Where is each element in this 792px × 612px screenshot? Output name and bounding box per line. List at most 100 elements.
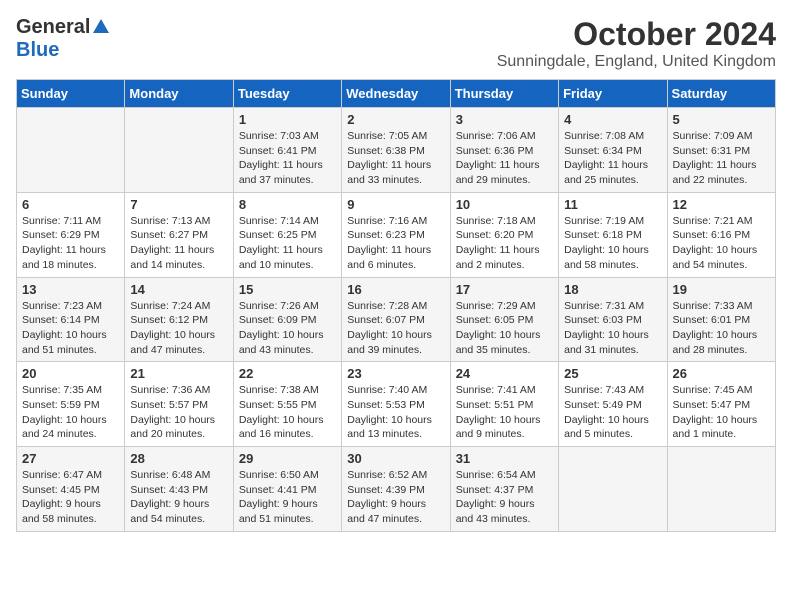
weekday-header: Saturday bbox=[667, 80, 775, 108]
calendar-cell: 17Sunrise: 7:29 AM Sunset: 6:05 PM Dayli… bbox=[450, 277, 558, 362]
day-content: Sunrise: 7:06 AM Sunset: 6:36 PM Dayligh… bbox=[456, 129, 553, 188]
day-content: Sunrise: 7:19 AM Sunset: 6:18 PM Dayligh… bbox=[564, 214, 661, 273]
calendar-cell: 30 Sunrise: 6:52 AM Sunset: 4:39 PM Dayli… bbox=[342, 447, 450, 532]
calendar-week-row: 20 Sunrise: 7:35 AM Sunset: 5:59 PM Dayli… bbox=[17, 362, 776, 447]
calendar-title: October 2024 bbox=[497, 16, 776, 53]
calendar-cell: 8Sunrise: 7:14 AM Sunset: 6:25 PM Daylig… bbox=[233, 192, 341, 277]
day-content: Sunrise: 7:31 AM Sunset: 6:03 PM Dayligh… bbox=[564, 299, 661, 358]
calendar-cell: 25 Sunrise: 7:43 AM Sunset: 5:49 PM Dayli… bbox=[559, 362, 667, 447]
calendar-week-row: 13Sunrise: 7:23 AM Sunset: 6:14 PM Dayli… bbox=[17, 277, 776, 362]
logo-blue: Blue bbox=[16, 39, 59, 61]
day-number: 27 bbox=[22, 451, 119, 466]
day-number: 15 bbox=[239, 282, 336, 297]
day-number: 17 bbox=[456, 282, 553, 297]
calendar-table: SundayMondayTuesdayWednesdayThursdayFrid… bbox=[16, 79, 776, 532]
calendar-header: SundayMondayTuesdayWednesdayThursdayFrid… bbox=[17, 80, 776, 108]
day-content: Sunrise: 6:50 AM Sunset: 4:41 PM Dayligh… bbox=[239, 468, 336, 527]
weekday-header: Friday bbox=[559, 80, 667, 108]
day-number: 22 bbox=[239, 366, 336, 381]
day-content: Sunrise: 7:24 AM Sunset: 6:12 PM Dayligh… bbox=[130, 299, 227, 358]
logo-icon bbox=[92, 17, 110, 35]
calendar-cell: 18Sunrise: 7:31 AM Sunset: 6:03 PM Dayli… bbox=[559, 277, 667, 362]
calendar-cell bbox=[667, 447, 775, 532]
calendar-body: 1 Sunrise: 7:03 AM Sunset: 6:41 PM Daylig… bbox=[17, 108, 776, 532]
calendar-cell: 27 Sunrise: 6:47 AM Sunset: 4:45 PM Dayli… bbox=[17, 447, 125, 532]
day-number: 25 bbox=[564, 366, 661, 381]
day-number: 20 bbox=[22, 366, 119, 381]
day-content: Sunrise: 7:41 AM Sunset: 5:51 PM Dayligh… bbox=[456, 383, 553, 442]
calendar-cell: 29 Sunrise: 6:50 AM Sunset: 4:41 PM Dayli… bbox=[233, 447, 341, 532]
day-number: 29 bbox=[239, 451, 336, 466]
day-content: Sunrise: 7:28 AM Sunset: 6:07 PM Dayligh… bbox=[347, 299, 444, 358]
weekday-header: Thursday bbox=[450, 80, 558, 108]
day-number: 4 bbox=[564, 112, 661, 127]
weekday-header: Wednesday bbox=[342, 80, 450, 108]
calendar-cell: 20 Sunrise: 7:35 AM Sunset: 5:59 PM Dayli… bbox=[17, 362, 125, 447]
day-content: Sunrise: 6:47 AM Sunset: 4:45 PM Dayligh… bbox=[22, 468, 119, 527]
day-number: 7 bbox=[130, 197, 227, 212]
calendar-cell: 21 Sunrise: 7:36 AM Sunset: 5:57 PM Dayli… bbox=[125, 362, 233, 447]
title-area: October 2024 Sunningdale, England, Unite… bbox=[497, 16, 776, 71]
day-number: 1 bbox=[239, 112, 336, 127]
day-content: Sunrise: 7:16 AM Sunset: 6:23 PM Dayligh… bbox=[347, 214, 444, 273]
calendar-cell: 3 Sunrise: 7:06 AM Sunset: 6:36 PM Daylig… bbox=[450, 108, 558, 193]
calendar-cell: 9 Sunrise: 7:16 AM Sunset: 6:23 PM Daylig… bbox=[342, 192, 450, 277]
day-content: Sunrise: 7:11 AM Sunset: 6:29 PM Dayligh… bbox=[22, 214, 119, 273]
day-number: 26 bbox=[673, 366, 770, 381]
logo: General Blue bbox=[16, 16, 110, 62]
calendar-cell: 22 Sunrise: 7:38 AM Sunset: 5:55 PM Dayli… bbox=[233, 362, 341, 447]
day-number: 10 bbox=[456, 197, 553, 212]
calendar-subtitle: Sunningdale, England, United Kingdom bbox=[497, 53, 776, 71]
weekday-header: Monday bbox=[125, 80, 233, 108]
day-content: Sunrise: 7:21 AM Sunset: 6:16 PM Dayligh… bbox=[673, 214, 770, 273]
day-number: 9 bbox=[347, 197, 444, 212]
calendar-cell bbox=[17, 108, 125, 193]
day-content: Sunrise: 7:13 AM Sunset: 6:27 PM Dayligh… bbox=[130, 214, 227, 273]
calendar-cell: 28Sunrise: 6:48 AM Sunset: 4:43 PM Dayli… bbox=[125, 447, 233, 532]
day-content: Sunrise: 7:45 AM Sunset: 5:47 PM Dayligh… bbox=[673, 383, 770, 442]
calendar-cell: 12 Sunrise: 7:21 AM Sunset: 6:16 PM Dayli… bbox=[667, 192, 775, 277]
calendar-cell bbox=[559, 447, 667, 532]
day-content: Sunrise: 7:43 AM Sunset: 5:49 PM Dayligh… bbox=[564, 383, 661, 442]
calendar-cell bbox=[125, 108, 233, 193]
calendar-cell: 1 Sunrise: 7:03 AM Sunset: 6:41 PM Daylig… bbox=[233, 108, 341, 193]
calendar-cell: 13Sunrise: 7:23 AM Sunset: 6:14 PM Dayli… bbox=[17, 277, 125, 362]
day-content: Sunrise: 7:09 AM Sunset: 6:31 PM Dayligh… bbox=[673, 129, 770, 188]
day-number: 31 bbox=[456, 451, 553, 466]
day-number: 8 bbox=[239, 197, 336, 212]
weekday-row: SundayMondayTuesdayWednesdayThursdayFrid… bbox=[17, 80, 776, 108]
day-number: 2 bbox=[347, 112, 444, 127]
day-content: Sunrise: 7:36 AM Sunset: 5:57 PM Dayligh… bbox=[130, 383, 227, 442]
logo-general: General bbox=[16, 16, 90, 39]
calendar-cell: 6Sunrise: 7:11 AM Sunset: 6:29 PM Daylig… bbox=[17, 192, 125, 277]
day-number: 16 bbox=[347, 282, 444, 297]
calendar-cell: 24 Sunrise: 7:41 AM Sunset: 5:51 PM Dayli… bbox=[450, 362, 558, 447]
calendar-cell: 26 Sunrise: 7:45 AM Sunset: 5:47 PM Dayli… bbox=[667, 362, 775, 447]
day-number: 3 bbox=[456, 112, 553, 127]
day-number: 30 bbox=[347, 451, 444, 466]
calendar-week-row: 1 Sunrise: 7:03 AM Sunset: 6:41 PM Daylig… bbox=[17, 108, 776, 193]
calendar-cell: 10 Sunrise: 7:18 AM Sunset: 6:20 PM Dayli… bbox=[450, 192, 558, 277]
day-number: 21 bbox=[130, 366, 227, 381]
calendar-cell: 23 Sunrise: 7:40 AM Sunset: 5:53 PM Dayli… bbox=[342, 362, 450, 447]
calendar-cell: 11Sunrise: 7:19 AM Sunset: 6:18 PM Dayli… bbox=[559, 192, 667, 277]
day-content: Sunrise: 7:40 AM Sunset: 5:53 PM Dayligh… bbox=[347, 383, 444, 442]
day-number: 24 bbox=[456, 366, 553, 381]
day-content: Sunrise: 7:38 AM Sunset: 5:55 PM Dayligh… bbox=[239, 383, 336, 442]
weekday-header: Tuesday bbox=[233, 80, 341, 108]
calendar-week-row: 27 Sunrise: 6:47 AM Sunset: 4:45 PM Dayli… bbox=[17, 447, 776, 532]
day-number: 23 bbox=[347, 366, 444, 381]
calendar-cell: 15Sunrise: 7:26 AM Sunset: 6:09 PM Dayli… bbox=[233, 277, 341, 362]
day-content: Sunrise: 7:18 AM Sunset: 6:20 PM Dayligh… bbox=[456, 214, 553, 273]
day-content: Sunrise: 7:08 AM Sunset: 6:34 PM Dayligh… bbox=[564, 129, 661, 188]
day-number: 28 bbox=[130, 451, 227, 466]
day-content: Sunrise: 7:35 AM Sunset: 5:59 PM Dayligh… bbox=[22, 383, 119, 442]
day-number: 12 bbox=[673, 197, 770, 212]
calendar-cell: 2Sunrise: 7:05 AM Sunset: 6:38 PM Daylig… bbox=[342, 108, 450, 193]
day-content: Sunrise: 7:03 AM Sunset: 6:41 PM Dayligh… bbox=[239, 129, 336, 188]
day-content: Sunrise: 6:54 AM Sunset: 4:37 PM Dayligh… bbox=[456, 468, 553, 527]
day-content: Sunrise: 6:52 AM Sunset: 4:39 PM Dayligh… bbox=[347, 468, 444, 527]
day-number: 14 bbox=[130, 282, 227, 297]
weekday-header: Sunday bbox=[17, 80, 125, 108]
day-content: Sunrise: 7:33 AM Sunset: 6:01 PM Dayligh… bbox=[673, 299, 770, 358]
